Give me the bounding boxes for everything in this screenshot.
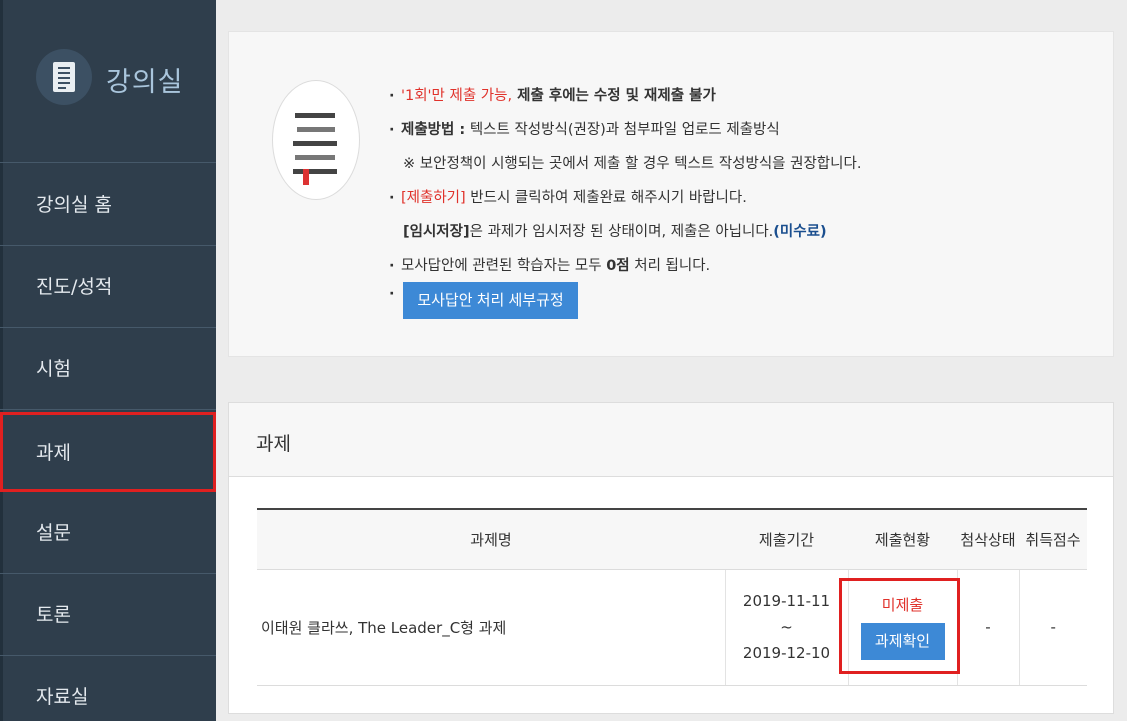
panel-header: 과제 (229, 403, 1113, 477)
notice-subitem: ※ 보안정책이 시행되는 곳에서 제출 할 경우 텍스트 작성방식을 권장합니다… (403, 156, 862, 172)
document-icon (36, 49, 92, 105)
table-header-row: 과제명 제출기간 제출현황 첨삭상태 취득점수 (257, 508, 1087, 570)
assignment-table: 과제명 제출기간 제출현황 첨삭상태 취득점수 이태원 클라쓰, The Lea… (257, 508, 1087, 686)
sidebar-brand: 강의실 (0, 0, 216, 163)
sidebar-item-survey[interactable]: 설문 (0, 492, 216, 574)
status-highlight-box (838, 577, 960, 674)
period-separator: ~ (780, 618, 793, 636)
sidebar-item-progress[interactable]: 진도/성적 (0, 246, 216, 328)
books-icon (272, 80, 360, 200)
panel-title: 과제 (256, 433, 291, 455)
notice-item: · 모사답안에 관련된 학습자는 모두 0점 처리 됩니다. (389, 258, 711, 274)
notice-box: · '1회'만 제출 가능, 제출 후에는 수정 및 재제출 불가 · 제출방법 :… (228, 31, 1114, 357)
column-header-status: 제출현황 (848, 508, 957, 570)
score: - (1018, 569, 1087, 686)
sidebar-item-exam[interactable]: 시험 (0, 328, 216, 410)
column-header-review: 첨삭상태 (957, 508, 1019, 570)
column-header-score: 취득점수 (1019, 508, 1087, 570)
sidebar-title: 강의실 (106, 67, 184, 98)
sidebar-item-assignment[interactable]: 과제 (0, 412, 216, 492)
copy-answer-rules-button[interactable]: 모사답안 처리 세부규정 (403, 282, 578, 319)
notice-item: · 제출방법 : 텍스트 작성방식(권장)과 첨부파일 업로드 제출방식 (389, 122, 780, 138)
task-name: 이태원 클라쓰, The Leader_C형 과제 (257, 569, 725, 686)
notice-item: · '1회'만 제출 가능, 제출 후에는 수정 및 재제출 불가 (389, 88, 716, 104)
assignment-panel: 과제 과제명 제출기간 제출현황 첨삭상태 취득점수 이태원 클라쓰, The … (228, 402, 1114, 714)
period-end: 2019-12-10 (742, 644, 831, 662)
submission-period: 2019-11-11 ~ 2019-12-10 (724, 569, 848, 686)
sidebar-item-resources[interactable]: 자료실 (0, 656, 216, 721)
submission-status-cell: 미제출 과제확인 (838, 569, 960, 686)
notice-item: · (389, 286, 395, 302)
notice-item: · [제출하기] 반드시 클릭하여 제출완료 해주시기 바랍니다. (389, 190, 747, 206)
review-status: - (956, 569, 1019, 686)
table-row: 이태원 클라쓰, The Leader_C형 과제 2019-11-11 ~ 2… (257, 569, 1087, 686)
period-start: 2019-11-11 (742, 592, 831, 610)
sidebar-item-home[interactable]: 강의실 홈 (0, 164, 216, 246)
sidebar: 강의실 강의실 홈 진도/성적 시험 과제 설문 토론 자료실 (0, 0, 216, 721)
notice-subitem: [임시저장]은 과제가 임시저장 된 상태이며, 제출은 아닙니다.(미수료) (403, 224, 827, 240)
column-header-name: 과제명 (257, 508, 725, 570)
column-header-period: 제출기간 (725, 508, 848, 570)
sidebar-item-discussion[interactable]: 토론 (0, 574, 216, 656)
